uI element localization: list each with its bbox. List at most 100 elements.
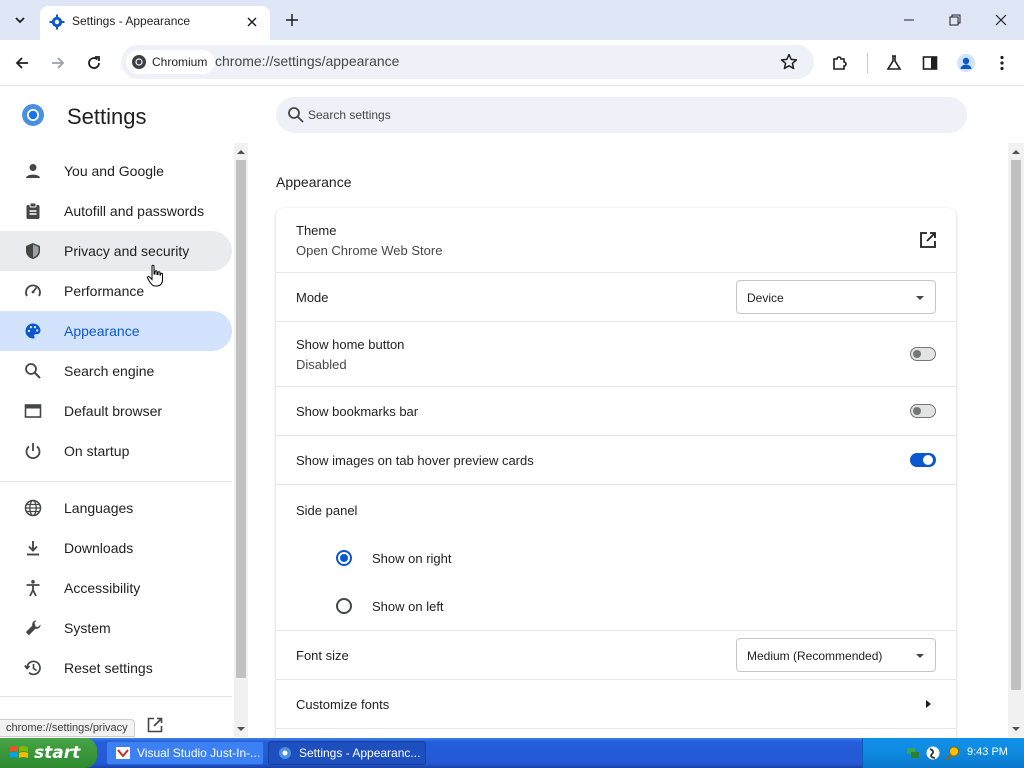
taskbar-item-chromium[interactable]: Settings - Appearanc...	[268, 741, 426, 765]
sidebar-item-label: Appearance	[64, 323, 140, 339]
tab-close-button[interactable]	[242, 12, 262, 32]
forward-button[interactable]	[44, 49, 72, 77]
security-shield-icon[interactable]	[925, 745, 941, 761]
mode-select[interactable]: Device	[736, 280, 936, 314]
sidebar-item-label: Performance	[64, 283, 145, 299]
browser-window-icon	[24, 404, 42, 418]
bookmark-star-button[interactable]	[778, 51, 800, 73]
sidebar-item-performance[interactable]: Performance	[0, 271, 232, 311]
sidebar-scrollbar[interactable]	[234, 143, 248, 737]
mode-label: Mode	[296, 290, 329, 305]
sidebar-divider	[0, 481, 232, 482]
scroll-down-icon[interactable]	[1012, 725, 1020, 733]
font-size-select-value: Medium (Recommended)	[747, 649, 883, 663]
restore-button[interactable]	[932, 4, 978, 36]
sidebar-item-languages[interactable]: Languages	[0, 488, 232, 528]
reload-icon	[88, 56, 100, 69]
scroll-down-icon[interactable]	[237, 725, 245, 733]
main-scrollbar[interactable]	[1008, 143, 1024, 737]
search-settings-input[interactable]: Search settings	[276, 97, 967, 133]
site-chip-label: Chromium	[152, 55, 208, 69]
new-tab-button[interactable]	[280, 8, 304, 32]
visual-studio-icon	[116, 747, 130, 759]
sidebar-item-on-startup[interactable]: On startup	[0, 431, 232, 471]
sidebar-scroll-thumb[interactable]	[236, 160, 246, 678]
sidebar-item-accessibility[interactable]: Accessibility	[0, 568, 232, 608]
person-icon	[26, 164, 40, 178]
sidebar-item-reset-settings[interactable]: Reset settings	[0, 648, 232, 688]
address-bar[interactable]: Chromium chrome://settings/appearance	[121, 45, 814, 79]
customize-fonts-row[interactable]: Customize fonts	[276, 679, 956, 728]
start-button[interactable]: start	[0, 738, 97, 768]
side-panel-right-radio[interactable]	[336, 550, 352, 566]
sidebar-item-label: Autofill and passwords	[64, 203, 205, 219]
sidebar-item-label: Privacy and security	[64, 243, 190, 259]
sidebar-item-system[interactable]: System	[0, 608, 232, 648]
reload-button[interactable]	[80, 49, 108, 77]
download-icon	[27, 541, 39, 556]
hand-pointer-cursor-icon	[146, 264, 163, 287]
sidebar-item-downloads[interactable]: Downloads	[0, 528, 232, 568]
chevron-right-icon	[926, 700, 931, 708]
open-in-new-icon[interactable]	[918, 230, 938, 250]
network-icon[interactable]	[905, 745, 921, 761]
tab-search-button[interactable]	[8, 8, 32, 32]
search-icon	[25, 363, 41, 379]
sidebar-item-privacy[interactable]: Privacy and security	[0, 231, 232, 271]
sidebar-item-default-browser[interactable]: Default browser	[0, 391, 232, 431]
search-icon	[288, 107, 304, 123]
chevron-down-icon	[15, 17, 25, 24]
accessibility-icon	[26, 580, 40, 597]
sidebar-item-autofill[interactable]: Autofill and passwords	[0, 191, 232, 231]
restore-icon	[949, 14, 961, 26]
arrow-right-icon	[52, 57, 65, 69]
side-panel-right-label[interactable]: Show on right	[372, 551, 452, 566]
search-placeholder: Search settings	[308, 108, 391, 122]
bookmarks-bar-toggle[interactable]	[910, 404, 936, 418]
hover-preview-row[interactable]: Show images on tab hover preview cards	[276, 435, 956, 484]
taskbar-item-visual-studio[interactable]: Visual Studio Just-In-...	[106, 741, 264, 765]
link-status-bubble: chrome://settings/privacy	[0, 719, 135, 737]
extensions-button[interactable]	[826, 49, 854, 77]
main-scroll-thumb[interactable]	[1011, 160, 1021, 690]
hover-preview-toggle[interactable]	[910, 453, 936, 467]
menu-button[interactable]	[988, 49, 1016, 77]
sidebar-item-you-and-google[interactable]: You and Google	[0, 151, 232, 191]
back-button[interactable]	[8, 49, 36, 77]
sidebar-item-appearance[interactable]: Appearance	[0, 311, 232, 351]
section-title: Appearance	[276, 174, 352, 190]
theme-row[interactable]: Theme Open Chrome Web Store	[276, 208, 956, 272]
sidebar-item-label: Reset settings	[64, 660, 153, 676]
settings-sidebar: You and Google Autofill and passwords Pr…	[0, 150, 233, 720]
gear-icon	[49, 14, 65, 30]
tab-title: Settings - Appearance	[72, 14, 191, 28]
mode-row: Mode Device	[276, 272, 956, 321]
sidebar-item-label: Default browser	[64, 403, 163, 419]
close-window-button[interactable]	[978, 4, 1024, 36]
site-info-chip[interactable]: Chromium	[126, 50, 216, 74]
home-button-toggle[interactable]	[910, 347, 936, 361]
minimize-button[interactable]	[886, 4, 932, 36]
sidebar-divider	[0, 696, 232, 697]
bookmarks-bar-row[interactable]: Show bookmarks bar	[276, 386, 956, 435]
sidebar-item-label: Search engine	[64, 363, 155, 379]
customize-fonts-label: Customize fonts	[296, 697, 390, 712]
avatar-icon	[957, 54, 975, 72]
url-text[interactable]: chrome://settings/appearance	[215, 53, 399, 69]
scroll-up-icon[interactable]	[237, 148, 245, 156]
home-button-row[interactable]: Show home button Disabled	[276, 321, 956, 386]
palette-icon	[25, 323, 41, 339]
sidebar-item-search-engine[interactable]: Search engine	[0, 351, 232, 391]
sidebar-item-label: Languages	[64, 500, 134, 516]
font-size-select[interactable]: Medium (Recommended)	[736, 638, 936, 672]
search-icon[interactable]	[945, 745, 961, 761]
labs-button[interactable]	[880, 49, 908, 77]
side-panel-button[interactable]	[916, 49, 944, 77]
scroll-up-icon[interactable]	[1012, 148, 1020, 156]
side-panel-left-radio[interactable]	[336, 598, 352, 614]
tab-settings-appearance[interactable]: Settings - Appearance	[40, 6, 270, 40]
open-in-new-icon[interactable]	[146, 716, 164, 734]
profile-button[interactable]	[952, 49, 980, 77]
side-panel-left-label[interactable]: Show on left	[372, 599, 444, 614]
close-icon	[995, 14, 1007, 26]
